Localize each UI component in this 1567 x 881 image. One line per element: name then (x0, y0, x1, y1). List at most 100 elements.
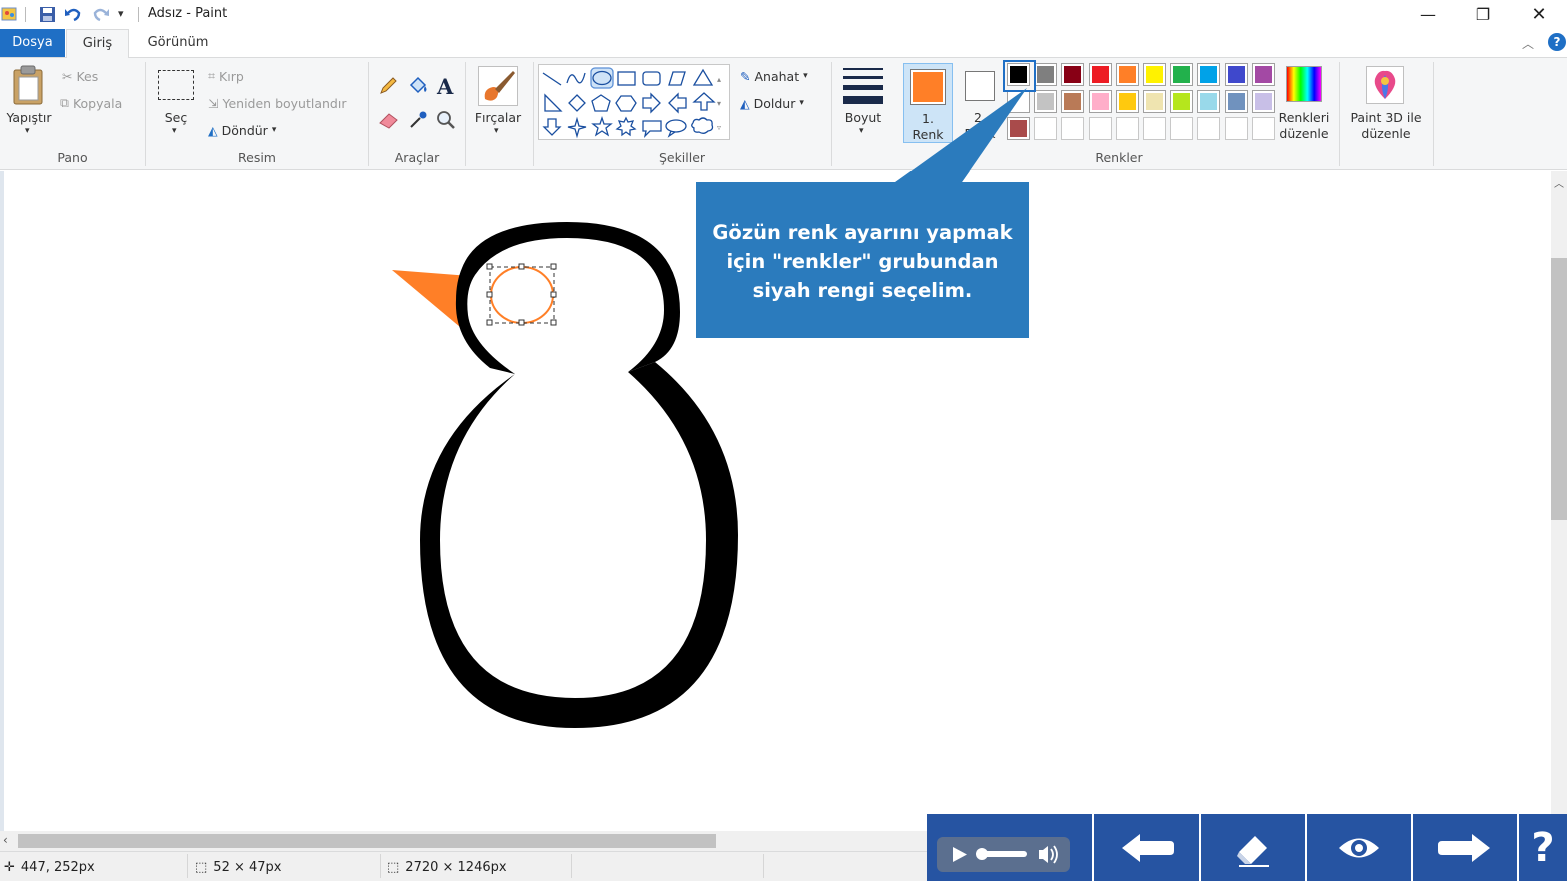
palette-swatch[interactable] (1170, 90, 1194, 113)
palette-swatch-color (1227, 93, 1245, 110)
palette-swatch-color (1091, 66, 1109, 83)
pencil-icon[interactable] (378, 76, 398, 100)
palette-swatch[interactable] (1115, 117, 1139, 140)
next-button[interactable] (1413, 814, 1517, 881)
select-icon[interactable] (158, 70, 194, 100)
group-label-image: Resim (238, 150, 276, 165)
edit-colors-label-1[interactable]: Renkleri (1274, 110, 1334, 125)
palette-swatch[interactable] (1251, 117, 1275, 140)
palette-swatch[interactable] (1115, 90, 1139, 113)
palette-swatch[interactable] (1034, 63, 1058, 86)
customize-qat-icon[interactable]: ▾ (118, 7, 124, 20)
paste-dropdown-icon[interactable]: ▾ (25, 126, 30, 136)
brushes-dropdown-icon[interactable]: ▾ (494, 126, 499, 136)
magnifier-icon[interactable] (436, 110, 456, 134)
palette-swatch[interactable] (1143, 63, 1166, 86)
paste-icon[interactable] (8, 64, 52, 106)
undo-icon[interactable] (64, 5, 82, 23)
palette-swatch[interactable] (1170, 117, 1194, 140)
text-tool-icon[interactable]: A (437, 74, 453, 99)
palette-swatch[interactable] (1143, 90, 1166, 113)
back-button[interactable] (1094, 814, 1199, 881)
status-separator (571, 854, 572, 878)
palette-swatch[interactable] (1088, 63, 1112, 86)
group-label-tools: Araçlar (394, 150, 440, 165)
palette-swatch[interactable] (1061, 63, 1085, 86)
vertical-scroll-thumb[interactable] (1551, 258, 1567, 520)
tab-view[interactable]: Görünüm (137, 29, 219, 57)
preview-button[interactable] (1307, 814, 1411, 881)
selection-size-icon: ⬚ (195, 860, 208, 875)
tab-home[interactable]: Giriş (66, 29, 129, 58)
fill-bucket-icon[interactable] (407, 76, 429, 100)
select-dropdown-icon[interactable]: ▾ (172, 126, 177, 136)
palette-swatch[interactable] (1115, 63, 1139, 86)
palette-swatch[interactable] (1197, 90, 1221, 113)
collapse-ribbon-icon[interactable]: ︿ (1522, 35, 1534, 52)
palette-swatch-color (1173, 66, 1191, 83)
palette-swatch[interactable] (1197, 117, 1221, 140)
palette-swatch[interactable] (1251, 90, 1275, 113)
size-label[interactable]: Boyut (836, 110, 890, 125)
size-dropdown-icon[interactable]: ▾ (859, 126, 864, 136)
paint-app-icon[interactable] (0, 5, 18, 23)
edit-colors-icon[interactable] (1286, 66, 1322, 102)
size-lines-icon[interactable] (843, 66, 883, 106)
shapes-scroll-icons[interactable]: ▴ ▾ ▿ (717, 68, 721, 140)
rotate-button[interactable]: ◭ Döndür ▾ (208, 120, 276, 140)
brushes-label[interactable]: Fırçalar (470, 110, 526, 125)
palette-swatch[interactable] (1224, 63, 1248, 86)
paste-label[interactable]: Yapıştır (4, 110, 54, 125)
help-icon[interactable]: ? (1548, 33, 1566, 51)
edit-colors-label-2[interactable]: düzenle (1274, 126, 1334, 141)
save-icon[interactable] (38, 5, 56, 23)
minimize-button[interactable]: — (1400, 0, 1456, 29)
group-label-shapes: Şekiller (658, 150, 706, 165)
palette-swatch[interactable] (1061, 90, 1085, 113)
eraser-icon[interactable] (378, 110, 400, 134)
restore-button[interactable]: ❐ (1455, 0, 1511, 29)
scroll-left-icon[interactable]: ‹ (3, 833, 8, 847)
palette-swatch[interactable] (1088, 117, 1112, 140)
eye-icon (1339, 838, 1379, 857)
palette-swatch[interactable] (1061, 117, 1085, 140)
palette-swatch-color (1064, 66, 1082, 83)
paint3d-icon[interactable] (1366, 66, 1404, 104)
palette-swatch[interactable] (1224, 90, 1248, 113)
selection-handles[interactable] (486, 263, 557, 326)
brushes-icon[interactable] (478, 66, 518, 106)
resize-icon: ⇲ (208, 95, 219, 111)
color-picker-icon[interactable] (408, 110, 428, 134)
crop-button[interactable]: ⌗ Kırp (208, 66, 244, 86)
cut-button[interactable]: ✂ Kes (62, 66, 98, 86)
palette-swatch[interactable] (1224, 117, 1248, 140)
horizontal-scroll-thumb[interactable] (18, 834, 716, 848)
close-button[interactable]: ✕ (1511, 0, 1567, 29)
cursor-position-icon: ✛ (4, 860, 15, 875)
resize-button[interactable]: ⇲ Yeniden boyutlandır (208, 93, 346, 113)
paint3d-label-1[interactable]: Paint 3D ile (1344, 110, 1428, 125)
palette-swatch[interactable] (1251, 63, 1275, 86)
divider (138, 7, 139, 22)
select-label[interactable]: Seç (151, 110, 201, 125)
audio-player[interactable] (937, 837, 1070, 872)
clear-button[interactable] (1201, 814, 1305, 881)
outline-button[interactable]: ✎ Anahat ▾ (740, 66, 808, 86)
fill-button[interactable]: ◭ Doldur ▾ (740, 93, 804, 113)
tab-file[interactable]: Dosya (0, 29, 65, 57)
callout-line-1: Gözün renk ayarını yapmak (712, 221, 1013, 244)
outline-label: Anahat (754, 68, 800, 84)
copy-button[interactable]: ⧉ Kopyala (60, 93, 122, 113)
paint3d-label-2[interactable]: düzenle (1344, 126, 1428, 141)
scroll-up-icon[interactable]: ︿ (1554, 175, 1564, 190)
palette-swatch[interactable] (1088, 90, 1112, 113)
palette-swatch[interactable] (1197, 63, 1221, 86)
palette-swatch[interactable] (1170, 63, 1194, 86)
shapes-gallery[interactable] (538, 64, 730, 140)
penguin-eye[interactable] (490, 266, 554, 324)
redo-icon[interactable] (92, 5, 110, 23)
help-nav-button[interactable]: ? (1519, 814, 1567, 881)
resize-label: Yeniden boyutlandır (222, 95, 347, 111)
palette-swatch[interactable] (1143, 117, 1166, 140)
palette-swatch-color (1200, 66, 1218, 83)
